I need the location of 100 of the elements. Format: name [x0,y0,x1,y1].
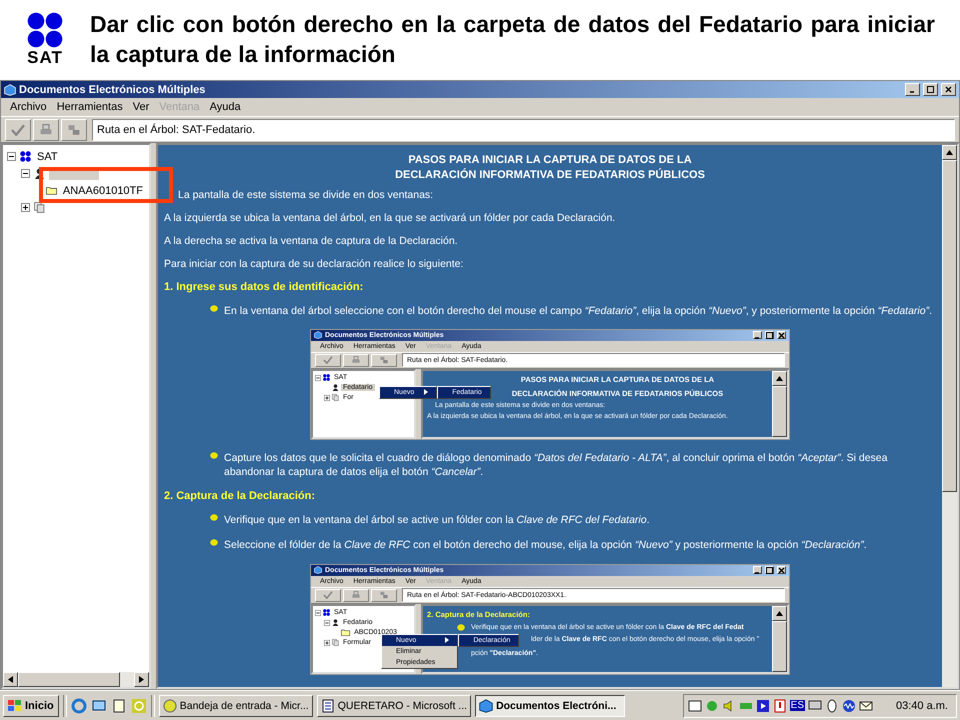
heading-line: PASOS PARA INICIAR LA CAPTURA DE DATOS DE LA [407,153,693,168]
right-arrow-icon [139,676,144,683]
windows-flag-icon [8,700,22,712]
scroll-up-button[interactable] [772,606,787,621]
section-heading: 2. Captura de la Declaración: [164,490,316,502]
minimize-button[interactable] [753,566,762,574]
close-button[interactable] [777,331,786,340]
tree-item[interactable]: SAT [35,150,60,162]
check-button[interactable] [5,118,31,140]
monitor-icon[interactable] [808,698,822,712]
dots-logo-icon [27,12,63,48]
maximize-button[interactable] [765,566,774,574]
menu-item[interactable]: Archivo [5,101,52,113]
close-icon [778,332,785,339]
check-button[interactable] [315,354,341,367]
documents-icon [332,639,339,646]
check-button[interactable] [315,588,341,602]
mouse-icon[interactable] [825,698,840,712]
collapse-icon[interactable] [7,152,16,161]
menu-item[interactable]: Ver [128,101,154,113]
notepad-icon[interactable] [110,698,127,714]
taskbar-button[interactable]: Documentos Electróni... [475,694,626,716]
transfer-button[interactable] [371,588,397,602]
bullet-icon [210,514,218,522]
collapse-icon[interactable] [315,610,321,616]
person-icon [332,619,339,626]
folder-icon [341,629,350,636]
person-icon [332,384,339,392]
document-icon [320,698,335,712]
collapse-icon[interactable] [21,169,30,178]
paragraph: A la izquierda se ubica la ventana del árbol, en la que se activará un fólder por cada Declaración. [164,212,616,224]
paragraph: A la derecha se activa la ventana de captura de la Declaración. [164,234,459,247]
language-indicator[interactable]: ES [790,700,806,711]
window-title: Documentos Electrónicos Múltiples [19,84,206,96]
printer-icon [352,356,360,364]
paragraph: Verifique que en la ventana del árbol se active un fólder con la Clave de RFC del Fedatario. [224,513,650,528]
play-icon[interactable] [756,698,770,712]
print-button[interactable] [343,354,369,367]
start-button[interactable]: Inicio [3,694,59,716]
app-cube-icon [4,84,16,96]
paragraph: En la ventana del árbol seleccione con el botón derecho del mouse el campo “Fedatario”, elija la opción “Nuevo”, y posteriormente la opción “Fedatario”. [224,304,932,318]
vertical-scrollbar[interactable] [772,606,787,672]
bullet-icon [210,539,218,546]
documents-icon [34,202,45,213]
maximize-icon [927,86,934,93]
print-button[interactable] [33,118,59,140]
path-field[interactable]: Ruta en el Árbol: SAT-Fedatario. [92,118,955,140]
wave-icon[interactable] [842,698,856,712]
maximize-icon [766,332,773,339]
expand-icon[interactable] [324,394,330,401]
section-heading: 1. Ingrese sus datos de identificación: [164,280,364,293]
minimize-button[interactable] [905,83,920,96]
app-cube-icon [314,566,322,574]
person-icon [34,168,45,179]
horizontal-scrollbar[interactable] [3,672,149,687]
dots-logo-icon [323,374,330,382]
tree-item[interactable]: ANAA601010TF [60,184,145,196]
close-icon [778,566,785,574]
transfer-button[interactable] [61,118,87,140]
menu-item[interactable]: Ayuda [204,101,246,113]
scroll-right-button[interactable] [134,672,149,687]
taskbar-button[interactable]: QUERETARO - Microsoft ... [316,694,472,716]
heading-line: DECLARACIÓN INFORMATIVA DE FEDATARIOS PÚBLICOS [394,168,706,184]
scroll-left-button[interactable] [3,672,18,687]
maximize-icon [766,566,773,574]
paragraph: Capture los datos que le solicita el cuadro de diálogo denominado “Datos del Fedatario - ALTA”, al concluir oprima el botón “Aceptar”. Si desea abandonar la captura de datos elija el botón “Cancelar”. [224,450,888,480]
taskbar-button[interactable]: Bandeja de entrada - Micr... [158,694,313,716]
vertical-scrollbar[interactable] [772,370,787,437]
print-button[interactable] [343,588,369,602]
bullet-icon [457,624,465,631]
minimize-button[interactable] [753,331,762,340]
scroll-up-button[interactable] [772,370,787,386]
collapse-icon[interactable] [315,374,321,381]
close-icon [945,86,952,93]
folder-icon [46,185,57,196]
printer-icon [352,591,360,600]
maximize-button[interactable] [765,331,774,340]
documents-icon [332,394,339,402]
menu-item[interactable]: Herramientas [52,101,128,113]
collapse-icon[interactable] [324,620,330,626]
paragraph: Seleccione el fólder de la Clave de RFC con el botón derecho del mouse, elija la opción “Nuevo” y posteriormente la opción “Declaración”. [224,538,867,553]
paragraph: La pantalla de este sistema se divide en dos ventanas: [177,188,434,201]
scroll-up-button[interactable] [942,145,957,160]
check-icon [322,356,334,364]
alert-icon[interactable] [772,698,787,712]
slide-title: Dar clic con botón derecho en la carpeta de datos del Fedatario para iniciar la captura de la información [90,10,935,69]
vertical-scrollbar[interactable] [942,145,957,687]
expand-icon[interactable] [324,640,330,646]
up-arrow-icon [946,150,953,155]
app-cube-icon [479,698,494,712]
bullet-icon [210,452,218,459]
up-arrow-icon [776,376,783,381]
transfer-icon [380,591,388,600]
desktop-icon[interactable] [90,698,107,714]
expand-icon[interactable] [21,203,30,212]
left-arrow-icon [8,676,13,683]
transfer-icon [380,356,388,364]
close-button[interactable] [777,566,786,574]
transfer-button[interactable] [371,354,397,367]
clock: 03:40 a.m. [896,700,948,712]
